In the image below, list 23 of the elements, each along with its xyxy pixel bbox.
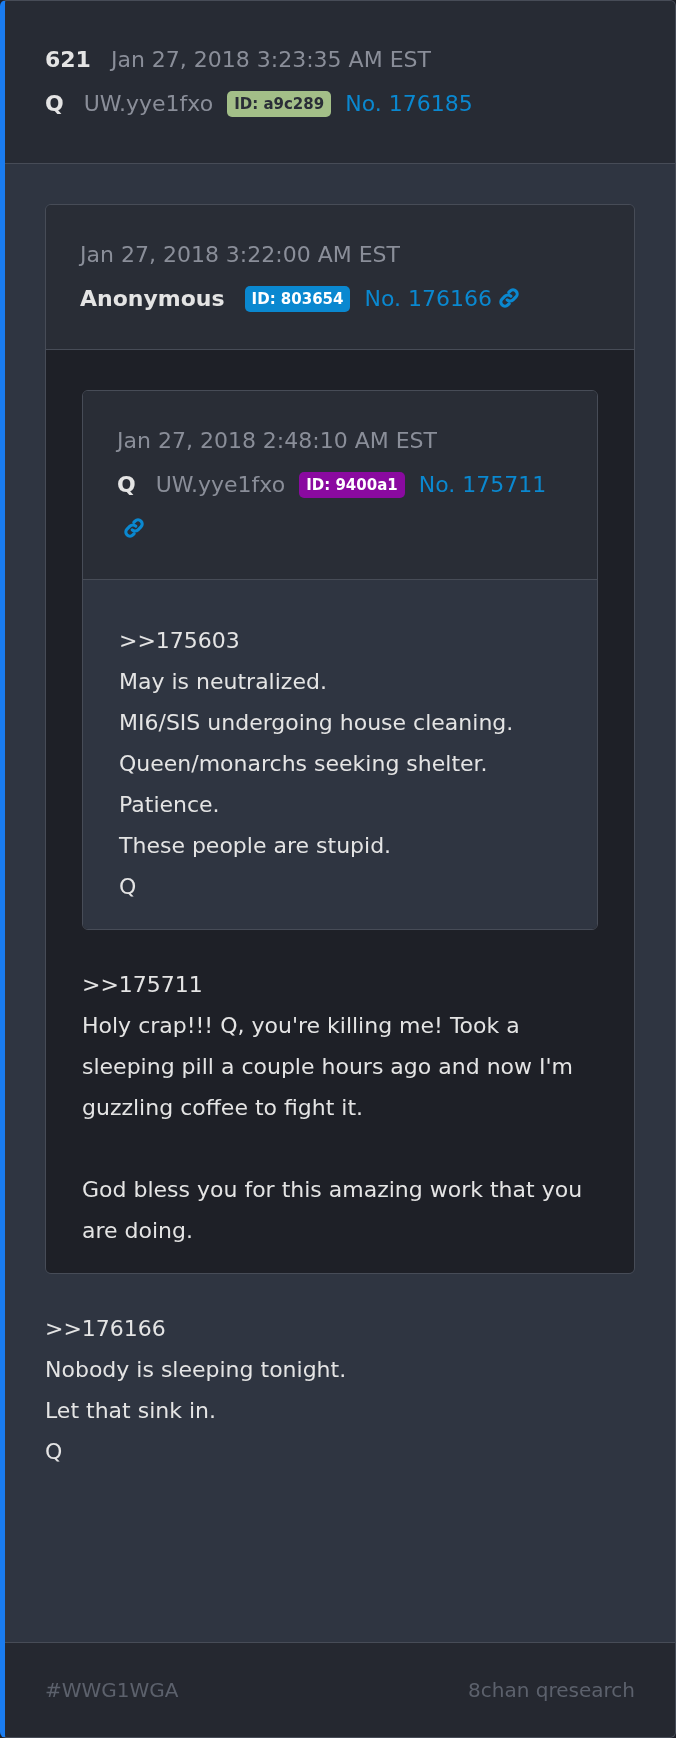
link-icon[interactable]	[498, 287, 520, 309]
post-text: God bless you for this amazing work that you are doing.	[82, 1176, 584, 1245]
id-badge: ID: 803654	[244, 286, 351, 312]
post-date: Jan 27, 2018 3:22:00 AM EST	[80, 242, 400, 267]
hashtag: #WWG1WGA	[45, 1678, 179, 1702]
poster-name: Q	[117, 472, 136, 497]
post-text: >>175603 May is neutralized. MI6/SIS undergoing house cleaning. Queen/monarchs seeking shelter. Patience. These people are stupid. Q	[119, 627, 515, 901]
link-icon[interactable]	[123, 517, 145, 539]
post-number-link[interactable]: No. 175711	[418, 472, 547, 497]
tripcode: UW.yye1fxo	[83, 91, 214, 116]
id-badge: ID: 9400a1	[299, 472, 405, 498]
post-text: >>175711 Holy crap!!! Q, you're killing me! Took a sleeping pill a couple hours ago and now I'm guzzling coffee to fight it.	[82, 971, 574, 1122]
post-date: Jan 27, 2018 2:48:10 AM EST	[117, 428, 437, 453]
post-number-link[interactable]: No. 176166	[364, 286, 492, 311]
poster-name: Anonymous	[80, 286, 225, 311]
tripcode: UW.yye1fxo	[155, 472, 286, 497]
poster-name: Q	[45, 91, 64, 116]
post-number: 621	[45, 47, 91, 72]
post-text: >>176166 Nobody is sleeping tonight. Let that sink in. Q	[45, 1315, 348, 1466]
post-date: Jan 27, 2018 3:23:35 AM EST	[110, 47, 431, 72]
board-source: 8chan qresearch	[468, 1678, 635, 1702]
id-badge: ID: a9c289	[227, 91, 332, 117]
post-number-link[interactable]: No. 176185	[345, 91, 473, 116]
